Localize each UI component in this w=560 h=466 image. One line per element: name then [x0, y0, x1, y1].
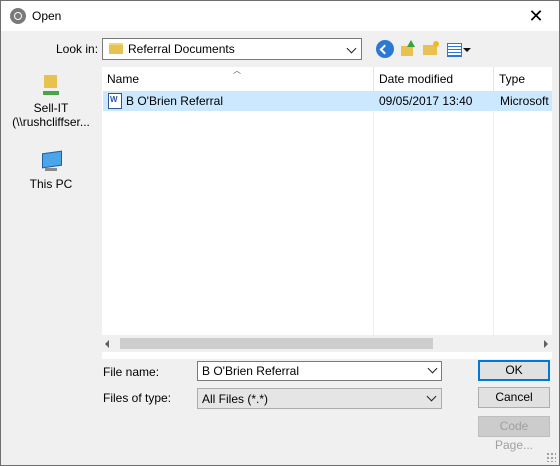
column-divider — [373, 91, 374, 335]
place-label-path: (\\rushcliffser... — [12, 115, 90, 129]
horizontal-scrollbar[interactable] — [102, 335, 552, 352]
scroll-thumb[interactable] — [120, 338, 433, 349]
cancel-button[interactable]: Cancel — [478, 387, 550, 408]
lookin-label: Look in: — [56, 42, 99, 56]
places-bar: Sell-IT (\\rushcliffser... This PC — [6, 67, 96, 362]
column-header-type[interactable]: Type — [493, 67, 552, 91]
title-bar: Open ✕ — [1, 1, 559, 31]
computer-icon — [39, 150, 63, 174]
column-divider — [493, 91, 494, 335]
filetype-label: Files of type: — [103, 391, 172, 405]
chevron-down-icon — [346, 43, 357, 54]
filetype-value: All Files (*.*) — [202, 392, 269, 406]
file-row[interactable]: B O'Brien Referral 09/05/2017 13:40 Micr… — [103, 91, 552, 111]
place-sell-it[interactable]: Sell-IT (\\rushcliffser... — [6, 73, 96, 129]
close-icon[interactable]: ✕ — [513, 1, 559, 31]
column-header-date[interactable]: Date modified — [373, 67, 493, 91]
new-folder-icon[interactable] — [422, 40, 440, 58]
lookin-dropdown[interactable]: Referral Documents — [102, 38, 362, 60]
file-date: 09/05/2017 13:40 — [379, 94, 473, 108]
open-dialog: Open ✕ Look in: Referral Documents Sell-… — [0, 0, 560, 466]
up-folder-icon[interactable] — [399, 40, 417, 58]
scroll-right-icon[interactable] — [544, 340, 548, 348]
column-header-name[interactable]: Name — [102, 67, 373, 91]
lookin-value: Referral Documents — [128, 42, 235, 56]
folder-icon — [109, 43, 123, 54]
file-type: Microsoft — [500, 94, 549, 108]
ok-button[interactable]: OK — [478, 360, 550, 381]
filetype-dropdown[interactable]: All Files (*.*) — [197, 388, 442, 409]
place-this-pc[interactable]: This PC — [6, 150, 96, 191]
filename-label: File name: — [103, 365, 160, 379]
network-drive-icon — [43, 73, 59, 99]
back-icon[interactable] — [376, 40, 394, 58]
scroll-left-icon[interactable] — [105, 340, 109, 348]
file-list[interactable]: ︿ Name Date modified Type B O'Brien Refe… — [102, 67, 552, 359]
file-name: B O'Brien Referral — [126, 94, 223, 108]
window-title: Open — [32, 9, 62, 23]
place-label: Sell-IT — [33, 101, 69, 115]
resize-grip-icon[interactable] — [546, 452, 556, 462]
place-label: This PC — [29, 177, 73, 191]
chevron-down-icon — [426, 391, 437, 402]
filename-input[interactable] — [197, 361, 442, 381]
view-menu-icon[interactable] — [447, 40, 471, 58]
word-document-icon — [108, 93, 122, 109]
app-icon — [10, 8, 26, 24]
code-page-button: Code Page... — [478, 416, 550, 452]
